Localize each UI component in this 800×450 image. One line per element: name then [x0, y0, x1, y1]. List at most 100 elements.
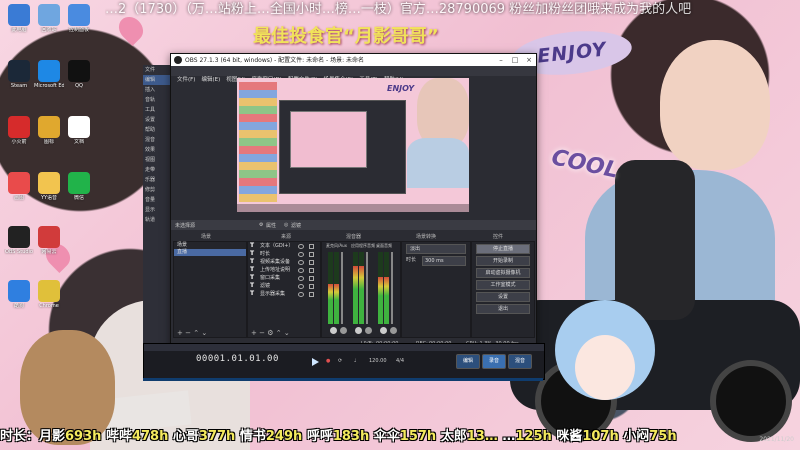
control-button[interactable]: 工作室模式: [476, 280, 530, 290]
lock-icon[interactable]: [309, 292, 314, 297]
desktop-icon[interactable]: Steam: [4, 60, 34, 90]
meter-value[interactable]: 4/4: [396, 355, 404, 367]
eye-icon[interactable]: [298, 244, 304, 249]
lock-icon[interactable]: [309, 260, 314, 265]
add-icon[interactable]: +: [251, 329, 257, 337]
obs-title-bar[interactable]: OBS 27.1.3 (64 bit, windows) - 配置文件: 未命名…: [171, 54, 536, 66]
speaker-icon[interactable]: [355, 327, 362, 334]
desktop-icon[interactable]: 回收站: [34, 4, 64, 34]
desktop-icon[interactable]: OBS Studio: [4, 226, 34, 256]
side-panel-item[interactable]: 工具: [143, 105, 171, 115]
eye-icon[interactable]: [298, 276, 304, 281]
eye-icon[interactable]: [298, 252, 304, 257]
gear-icon[interactable]: [340, 327, 347, 334]
source-item[interactable]: T 窗口采集: [248, 274, 320, 282]
scene-item[interactable]: 场景: [174, 242, 246, 249]
side-panel-item[interactable]: 插入: [143, 85, 171, 95]
control-button[interactable]: 停止直播: [476, 244, 530, 254]
filters-button[interactable]: 滤镜: [291, 222, 301, 229]
side-panel-item[interactable]: 乐器: [143, 175, 171, 185]
record-icon[interactable]: ●: [326, 355, 330, 367]
volume-slider[interactable]: [366, 252, 368, 324]
source-item[interactable]: T 上传地址说明: [248, 266, 320, 274]
gear-icon[interactable]: ⚙: [259, 222, 263, 228]
side-panel-item[interactable]: 显示: [143, 205, 171, 215]
eye-icon[interactable]: [298, 268, 304, 273]
control-button[interactable]: 退出: [476, 304, 530, 314]
side-panel-item[interactable]: 音轨: [143, 95, 171, 105]
desktop-icon[interactable]: 画图: [4, 172, 34, 202]
side-panel-item[interactable]: 修剪: [143, 185, 171, 195]
lock-icon[interactable]: [309, 284, 314, 289]
side-panel-item[interactable]: 编辑: [143, 75, 171, 85]
side-panel-item[interactable]: 轨道: [143, 215, 171, 225]
lock-icon[interactable]: [309, 268, 314, 273]
side-panel-item[interactable]: 文件: [143, 65, 171, 75]
close-icon[interactable]: ×: [522, 54, 536, 66]
eye-icon[interactable]: [298, 260, 304, 265]
gear-icon[interactable]: ⚙: [267, 329, 273, 337]
move-up-icon[interactable]: ⌃: [193, 329, 199, 337]
speaker-icon[interactable]: [380, 327, 387, 334]
desktop-icon[interactable]: 控制面板: [64, 4, 94, 34]
eye-icon[interactable]: [298, 292, 304, 297]
desktop-icon[interactable]: 小火箭: [4, 116, 34, 146]
gear-icon[interactable]: [390, 327, 397, 334]
side-panel-item[interactable]: 混音: [143, 135, 171, 145]
menu-item[interactable]: 编辑(E): [201, 75, 220, 85]
side-panel-item[interactable]: 音量: [143, 195, 171, 205]
tempo-value[interactable]: 120.00: [369, 355, 387, 367]
properties-button[interactable]: 属性: [266, 222, 276, 229]
control-button[interactable]: 启动虚拟摄像机: [476, 268, 530, 278]
menu-item[interactable]: 文件(F): [177, 75, 195, 85]
add-icon[interactable]: +: [177, 329, 183, 337]
minimize-icon[interactable]: –: [494, 54, 508, 66]
duration-input[interactable]: 300 ms: [422, 256, 466, 266]
edit-button[interactable]: 编辑: [456, 354, 480, 369]
move-down-icon[interactable]: ⌄: [201, 329, 207, 337]
source-item[interactable]: T 时长: [248, 250, 320, 258]
remove-icon[interactable]: −: [185, 329, 191, 337]
volume-slider[interactable]: [391, 252, 393, 324]
desktop-icon[interactable]: 酷狗: [4, 280, 34, 310]
lock-icon[interactable]: [309, 252, 314, 257]
obs-preview[interactable]: ENJOY: [237, 78, 469, 212]
side-panel-item[interactable]: 效果: [143, 145, 171, 155]
gear-icon[interactable]: [365, 327, 372, 334]
maximize-icon[interactable]: □: [508, 54, 522, 66]
filter-icon[interactable]: ◎: [284, 222, 288, 228]
desktop-icon[interactable]: 文档: [64, 116, 94, 146]
desktop-icon[interactable]: Microsoft Edge: [34, 60, 64, 90]
loop-icon[interactable]: ⟳: [338, 355, 342, 367]
speaker-icon[interactable]: [330, 327, 337, 334]
lock-icon[interactable]: [309, 244, 314, 249]
control-button[interactable]: 设置: [476, 292, 530, 302]
source-item[interactable]: T 视频采集设备: [248, 258, 320, 266]
side-panel-item[interactable]: 视图: [143, 155, 171, 165]
play-icon[interactable]: [312, 358, 319, 366]
move-down-icon[interactable]: ⌄: [284, 329, 290, 337]
side-panel-item[interactable]: 设置: [143, 115, 171, 125]
remove-icon[interactable]: −: [259, 329, 265, 337]
mix-button[interactable]: 混音: [508, 354, 532, 369]
metronome-icon[interactable]: ♩: [354, 355, 356, 367]
scene-item[interactable]: 直播: [174, 249, 246, 256]
transition-type-select[interactable]: 淡出: [406, 244, 466, 254]
desktop-icon[interactable]: 网易云: [34, 226, 64, 256]
desktop-icon[interactable]: 微信: [64, 172, 94, 202]
source-item[interactable]: T 文本（GDI+）: [248, 242, 320, 250]
side-panel-item[interactable]: 走带: [143, 165, 171, 175]
desktop-icon[interactable]: 图标: [34, 116, 64, 146]
lock-icon[interactable]: [309, 276, 314, 281]
control-button[interactable]: 开始录制: [476, 256, 530, 266]
desktop-icon[interactable]: QQ: [64, 60, 94, 90]
desktop-icon[interactable]: Chrome: [34, 280, 64, 310]
record-button[interactable]: 录音: [482, 354, 506, 369]
source-item[interactable]: T 滤镜: [248, 282, 320, 290]
move-up-icon[interactable]: ⌃: [276, 329, 282, 337]
volume-slider[interactable]: [341, 252, 343, 324]
source-item[interactable]: T 显示器采集: [248, 290, 320, 298]
eye-icon[interactable]: [298, 284, 304, 289]
side-panel-item[interactable]: 帮助: [143, 125, 171, 135]
desktop-icon[interactable]: 此电脑: [4, 4, 34, 34]
